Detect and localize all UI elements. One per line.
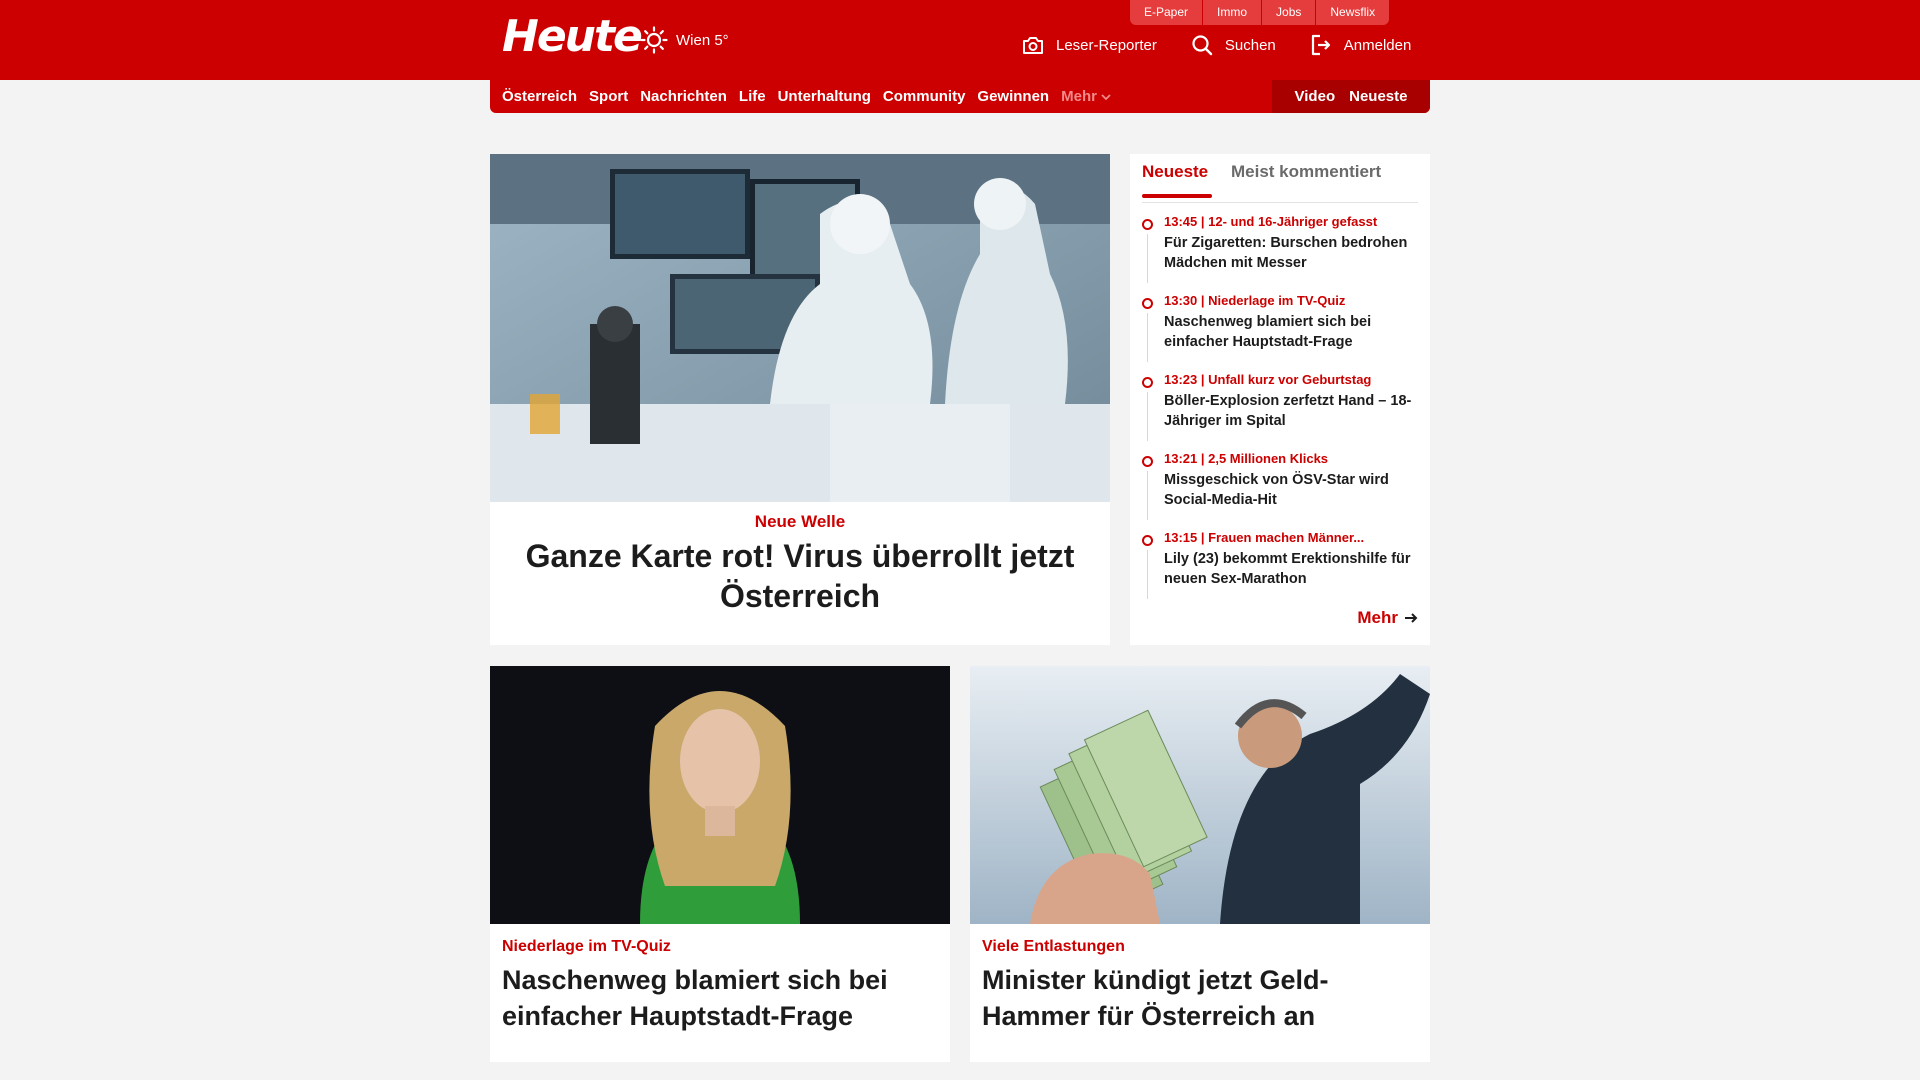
timeline-line [1147, 550, 1148, 599]
timeline-meta: 13:45 | 12- und 16-Jähriger gefasst [1164, 214, 1378, 229]
nav-item-video[interactable]: Video [1295, 88, 1336, 105]
timeline-meta: 13:15 | Frauen machen Männer... [1164, 530, 1365, 545]
timeline-item[interactable]: 13:15 | Frauen machen Männer... Lily (23… [1142, 530, 1422, 609]
hero-image[interactable] [490, 154, 1110, 502]
news-ticker-sidebar: Neueste Meist kommentiert 13:45 | 12- un… [1130, 154, 1430, 645]
article-card[interactable]: Viele Entlastungen Minister kündigt jetz… [970, 666, 1430, 1062]
nav-more-label: Mehr [1061, 88, 1097, 105]
timeline-dot-icon [1142, 456, 1153, 467]
timeline-title[interactable]: Für Zigaretten: Burschen bedrohen Mädche… [1164, 233, 1422, 273]
timeline-dot-icon [1142, 377, 1153, 388]
timeline-title[interactable]: Naschenweg blamiert sich bei einfacher H… [1164, 312, 1422, 352]
nav-item-oesterreich[interactable]: Österreich [502, 88, 577, 105]
top-link-epaper[interactable]: E-Paper [1130, 0, 1204, 25]
login-icon [1311, 34, 1330, 56]
tab-neueste[interactable]: Neueste [1142, 162, 1213, 198]
timeline-line [1147, 234, 1148, 283]
article-image[interactable] [970, 666, 1430, 924]
timeline-dot-icon [1142, 535, 1153, 546]
article-headline[interactable]: Minister kündigt jetzt Geld-Hammer für Ö… [982, 962, 1422, 1034]
tab-meist-kommentiert[interactable]: Meist kommentiert [1231, 162, 1381, 182]
woman-portrait-image [490, 666, 950, 924]
login-label: Anmelden [1343, 36, 1412, 54]
article-card[interactable]: Niederlage im TV-Quiz Naschenweg blamier… [490, 666, 950, 1062]
top-link-newsflix[interactable]: Newsflix [1316, 0, 1390, 25]
sidebar-more-label: Mehr [1357, 608, 1398, 627]
article-image[interactable] [490, 666, 950, 924]
timeline-line [1147, 313, 1148, 362]
article-kicker: Niederlage im TV-Quiz [502, 938, 671, 955]
nav-item-nachrichten[interactable]: Nachrichten [640, 88, 727, 105]
top-link-jobs[interactable]: Jobs [1262, 0, 1317, 25]
timeline-title[interactable]: Lily (23) bekommt Erektionshilfe für neu… [1164, 549, 1422, 589]
search-button[interactable]: Suchen [1191, 34, 1276, 56]
nav-items: Österreich Sport Nachrichten Life Unterh… [502, 80, 1123, 113]
search-label: Suchen [1224, 36, 1276, 54]
top-links: E-Paper Immo Jobs Newsflix [1130, 0, 1390, 25]
news-timeline: 13:45 | 12- und 16-Jähriger gefasst Für … [1142, 214, 1422, 609]
weather-widget[interactable]: Wien 5° [640, 26, 729, 54]
timeline-item[interactable]: 13:23 | Unfall kurz vor Geburtstag Bölle… [1142, 372, 1422, 451]
sun-icon [640, 26, 668, 54]
nav-item-gewinnen[interactable]: Gewinnen [977, 88, 1049, 105]
article-headline[interactable]: Naschenweg blamiert sich bei einfacher H… [502, 962, 942, 1034]
nav-more-dropdown[interactable]: Mehr [1061, 88, 1111, 105]
timeline-item[interactable]: 13:21 | 2,5 Millionen Klicks Missgeschic… [1142, 451, 1422, 530]
header-actions: Leser-Reporter Suchen Anmelden [1022, 34, 1411, 56]
top-link-immo[interactable]: Immo [1203, 0, 1263, 25]
arrow-right-icon [1405, 613, 1418, 623]
lab-scene-image [490, 154, 1110, 502]
article-kicker: Viele Entlastungen [982, 938, 1125, 955]
hero-headline[interactable]: Ganze Karte rot! Virus überrollt jetzt Ö… [500, 536, 1100, 616]
login-button[interactable]: Anmelden [1310, 34, 1412, 56]
sidebar-tabs: Neueste Meist kommentiert [1142, 162, 1418, 203]
timeline-dot-icon [1142, 298, 1153, 309]
search-icon [1192, 35, 1213, 56]
leser-reporter-button[interactable]: Leser-Reporter [1022, 35, 1157, 55]
timeline-meta: 13:23 | Unfall kurz vor Geburtstag [1164, 372, 1372, 387]
timeline-dot-icon [1142, 219, 1153, 230]
nav-item-sport[interactable]: Sport [589, 88, 628, 105]
timeline-line [1147, 471, 1148, 520]
timeline-item[interactable]: 13:30 | Niederlage im TV-Quiz Naschenweg… [1142, 293, 1422, 372]
nav-item-unterhaltung[interactable]: Unterhaltung [778, 88, 871, 105]
nav-item-life[interactable]: Life [739, 88, 766, 105]
timeline-line [1147, 392, 1148, 441]
site-header: E-Paper Immo Jobs Newsflix Heute Wien 5°… [0, 0, 1920, 80]
camera-icon [1023, 37, 1043, 54]
hero-article[interactable]: Neue Welle Ganze Karte rot! Virus überro… [490, 154, 1110, 645]
chevron-down-icon [1101, 93, 1111, 100]
leser-reporter-label: Leser-Reporter [1056, 36, 1157, 54]
nav-right: Video Neueste [1272, 80, 1430, 113]
timeline-meta: 13:21 | 2,5 Millionen Klicks [1164, 451, 1329, 466]
sidebar-more-link[interactable]: Mehr [1357, 608, 1418, 628]
timeline-meta: 13:30 | Niederlage im TV-Quiz [1164, 293, 1346, 308]
main-nav: Österreich Sport Nachrichten Life Unterh… [490, 80, 1430, 113]
timeline-item[interactable]: 13:45 | 12- und 16-Jähriger gefasst Für … [1142, 214, 1422, 293]
timeline-title[interactable]: Böller-Explosion zerfetzt Hand – 18-Jähr… [1164, 391, 1422, 431]
hero-kicker: Neue Welle [754, 512, 846, 531]
timeline-title[interactable]: Missgeschick von ÖSV-Star wird Social-Me… [1164, 470, 1422, 510]
nav-item-neueste[interactable]: Neueste [1349, 88, 1407, 105]
site-logo[interactable]: Heute [502, 12, 643, 62]
money-cheer-image [970, 666, 1430, 924]
nav-item-community[interactable]: Community [883, 88, 966, 105]
weather-text: Wien 5° [676, 31, 729, 49]
